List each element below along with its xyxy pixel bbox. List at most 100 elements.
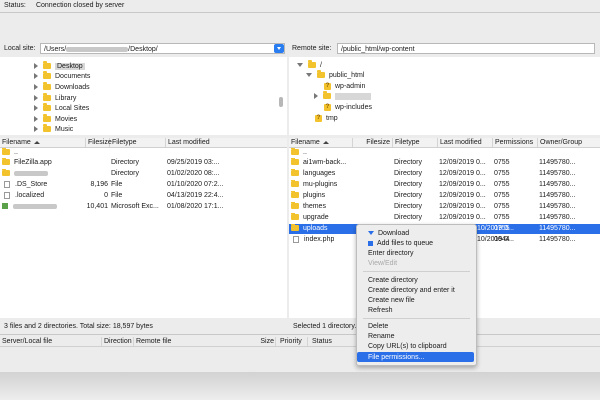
folder-icon [43,114,51,123]
tree-item-downloads[interactable]: Downloads [34,82,90,93]
tree-label: Movies [55,116,78,123]
local-summary: 3 files and 2 directories. Total size: 1… [4,323,153,330]
folder-icon [291,158,299,166]
folder-icon [291,180,299,188]
menu-separator [363,271,470,272]
table-row[interactable]: .DS_Store 8,196 File 01/10/2020 07:2... [0,180,287,190]
file-icon [4,191,10,199]
tree-item-library[interactable]: Library [34,93,76,104]
expand-arrow-icon[interactable] [34,105,38,112]
folder-icon [291,213,299,221]
queue-divider [0,334,600,335]
local-path-suffix: /Desktop/ [128,46,158,53]
local-tree-scrollbar[interactable] [279,97,283,107]
table-row[interactable]: ai1wm-back... Directory 12/09/2019 0... … [289,158,600,168]
column-last-modified[interactable]: Last modified [438,138,493,147]
tree-item-documents[interactable]: Documents [34,71,91,82]
expand-arrow-icon[interactable] [34,73,38,80]
folder-icon [291,191,299,199]
table-row[interactable]: .. [0,148,287,158]
folder-icon [43,71,51,80]
table-row[interactable]: mu-plugins Directory 12/09/2019 0... 075… [289,180,600,190]
column-filesize[interactable]: Filesize [86,138,112,147]
table-row[interactable]: .localized 0 File 04/13/2019 22:4... [0,191,287,201]
column-size[interactable]: Size [255,337,276,346]
column-owner-group[interactable]: Owner/Group [538,138,600,147]
table-row[interactable]: languages Directory 12/09/2019 0... 0755… [289,169,600,179]
tree-item-music[interactable]: Music [34,124,73,135]
menu-item-refresh[interactable]: Refresh [368,306,393,315]
column-status[interactable]: Status [310,337,350,346]
tree-label: public_html [329,72,365,79]
column-filename[interactable]: Filename [0,138,86,147]
expand-arrow-icon[interactable] [34,63,38,70]
menu-item-rename[interactable]: Rename [368,332,394,341]
column-last-modified[interactable]: Last modified [166,138,287,147]
folder-icon [323,91,331,100]
menu-item-add-to-queue[interactable]: Add files to queue [368,239,433,248]
status-divider [0,12,600,13]
column-filetype[interactable]: Filetype [110,138,166,147]
tree-item-desktop[interactable]: Desktop [34,61,85,72]
menu-item-create-directory[interactable]: Create directory [368,276,418,285]
column-filetype[interactable]: Filetype [393,138,438,147]
menu-item-delete[interactable]: Delete [368,322,388,331]
remote-directory-tree[interactable]: / public_html ? wp-admin ? wp-includes ? tm… [289,57,600,135]
expand-arrow-icon[interactable] [34,116,38,123]
table-row[interactable]: upgrade Directory 12/09/2019 0... 0755 1… [289,213,600,223]
table-row[interactable]: FileZilla.app Directory 09/25/2019 03:..… [0,158,287,168]
menu-item-copy-url[interactable]: Copy URL(s) to clipboard [368,342,447,351]
column-server-local-file[interactable]: Server/Local file [0,337,102,346]
expand-arrow-icon[interactable] [34,95,38,102]
menu-item-enter-directory[interactable]: Enter directory [368,249,414,258]
menu-item-file-permissions[interactable]: File permissions... [368,353,424,362]
folder-icon [43,124,51,133]
table-row[interactable]: 10,401 Microsoft Exc... 01/08/2020 17:1.… [0,202,287,212]
table-row[interactable]: plugins Directory 12/09/2019 0... 0755 1… [289,191,600,201]
tree-item-tmp[interactable]: ? tmp [315,114,338,124]
tree-label: Documents [55,73,91,80]
tree-item-wp-content[interactable] [314,91,371,102]
table-row[interactable]: .. [289,148,600,158]
tree-item-movies[interactable]: Movies [34,114,78,125]
tree-label: Local Sites [55,105,90,112]
expand-arrow-icon[interactable] [34,84,38,91]
tree-label-redacted [335,92,371,100]
expand-arrow-icon[interactable] [34,126,38,133]
expand-arrow-icon[interactable] [314,93,318,100]
collapse-arrow-icon[interactable] [306,73,312,78]
menu-separator [363,318,470,319]
sort-ascending-icon [33,140,40,144]
status-log: Status: Connection closed by server [4,2,124,10]
column-priority[interactable]: Priority [278,337,308,346]
menu-item-create-directory-enter[interactable]: Create directory and enter it [368,286,455,295]
tree-item-wp-includes[interactable]: ? wp-includes [324,103,372,113]
folder-icon [43,61,51,70]
column-filesize[interactable]: Filesize [353,138,393,147]
menu-item-download[interactable]: Download [368,229,409,238]
table-row[interactable]: Directory 01/02/2020 08:... [0,169,287,179]
tree-label: / [320,62,322,69]
column-direction[interactable]: Direction [102,337,134,346]
redacted-username [66,46,129,52]
local-directory-tree[interactable]: Desktop Documents Downloads Library Loca… [0,57,287,135]
column-filename[interactable]: Filename [289,138,353,147]
status-message: Connection closed by server [35,2,125,9]
tree-item-local-sites[interactable]: Local Sites [34,103,90,114]
local-file-list[interactable]: .. FileZilla.app Directory 09/25/2019 03… [0,148,287,318]
remote-path-combo[interactable]: /public_html/wp-content [337,43,595,54]
folder-icon [43,82,51,91]
table-row[interactable]: themes Directory 12/09/2019 0... 0755 11… [289,202,600,212]
tree-item-wp-admin[interactable]: ? wp-admin [324,82,365,92]
menu-item-create-new-file[interactable]: Create new file [368,296,415,305]
tree-label: wp-includes [335,104,372,111]
local-path-dropdown-button[interactable] [274,44,284,53]
column-permissions[interactable]: Permissions [493,138,538,147]
tree-item-public-html[interactable]: public_html [306,70,365,81]
remote-path: /public_html/wp-content [341,46,415,53]
collapse-arrow-icon[interactable] [297,63,303,68]
window-shadow [0,372,600,400]
tree-label: Desktop [55,63,85,70]
local-path-combo[interactable]: /Users/ /Desktop/ [40,43,285,54]
unknown-folder-icon: ? [324,82,331,90]
